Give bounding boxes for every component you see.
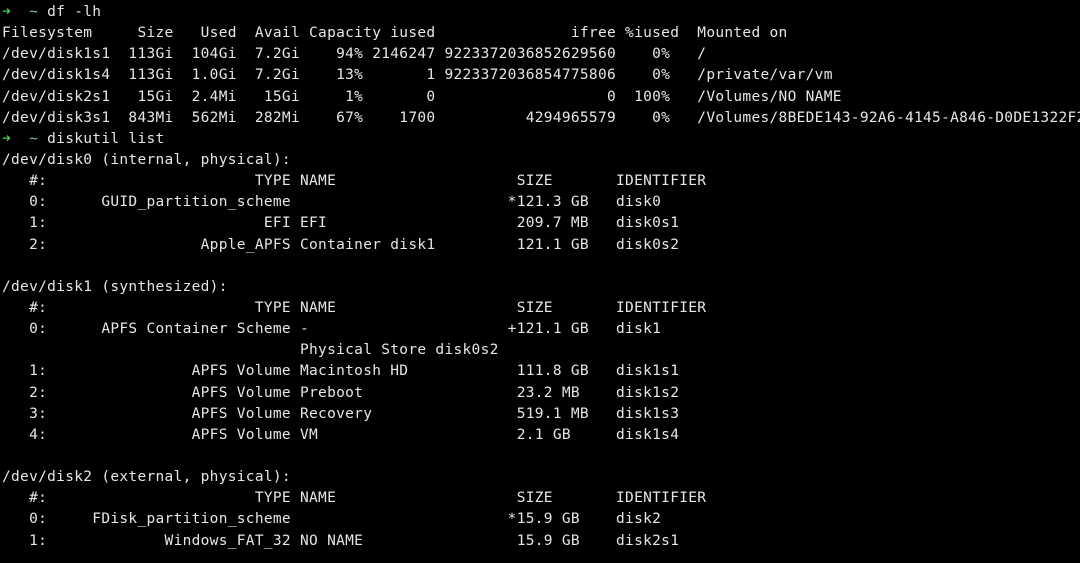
disk-heading: /dev/disk1 (synthesized): [2,278,228,295]
df-row: /dev/disk1s1 113Gi 104Gi 7.2Gi 94% 21462… [2,46,707,63]
prompt-arrow-icon: ➜ [2,130,12,147]
partition-row: 0: FDisk_partition_scheme *15.9 GB disk2 [2,511,662,528]
partition-row-continuation: Physical Store disk0s2 [2,342,499,359]
disk-heading: /dev/disk2 (external, physical): [2,469,291,486]
partition-row: 3: APFS Volume Recovery 519.1 MB disk1s3 [2,405,680,422]
partition-row: 1: EFI EFI 209.7 MB disk0s1 [2,215,680,232]
prompt-line-diskutil: ➜ ~ diskutil list [2,129,1080,150]
partition-row: 2: APFS Volume Preboot 23.2 MB disk1s2 [2,384,680,401]
command-text: diskutil list [47,130,165,147]
partition-row: 4: APFS Volume VM 2.1 GB disk1s4 [2,426,680,443]
prompt-directory: ~ [29,4,39,20]
df-row: /dev/disk1s4 113Gi 1.0Gi 7.2Gi 13% 1 922… [2,67,833,84]
command-text: df -lh [47,4,102,20]
df-row: /dev/disk3s1 843Mi 562Mi 282Mi 67% 1700 … [2,109,1080,126]
df-header-row: Filesystem Size Used Avail Capacity iuse… [2,25,788,42]
partition-row: 1: APFS Volume Macintosh HD 111.8 GB dis… [2,363,680,380]
partition-row: 0: GUID_partition_scheme *121.3 GB disk0 [2,194,662,211]
prompt-directory: ~ [29,130,39,147]
partition-row: 0: APFS Container Scheme - +121.1 GB dis… [2,321,662,338]
df-row: /dev/disk2s1 15Gi 2.4Mi 15Gi 1% 0 0 100%… [2,88,842,105]
prompt-arrow-icon: ➜ [2,4,12,20]
partition-header-row: #: TYPE NAME SIZE IDENTIFIER [2,490,707,507]
partition-row: 1: Windows_FAT_32 NO NAME 15.9 GB disk2s… [2,532,680,549]
partition-header-row: #: TYPE NAME SIZE IDENTIFIER [2,299,707,316]
partition-header-row: #: TYPE NAME SIZE IDENTIFIER [2,173,707,190]
prompt-line-df: ➜ ~ df -lh [2,2,1080,23]
disk-heading: /dev/disk0 (internal, physical): [2,151,291,168]
partition-row: 2: Apple_APFS Container disk1 121.1 GB d… [2,236,680,253]
terminal-window[interactable]: ➜ ~ df -lh Filesystem Size Used Avail Ca… [0,0,1080,563]
